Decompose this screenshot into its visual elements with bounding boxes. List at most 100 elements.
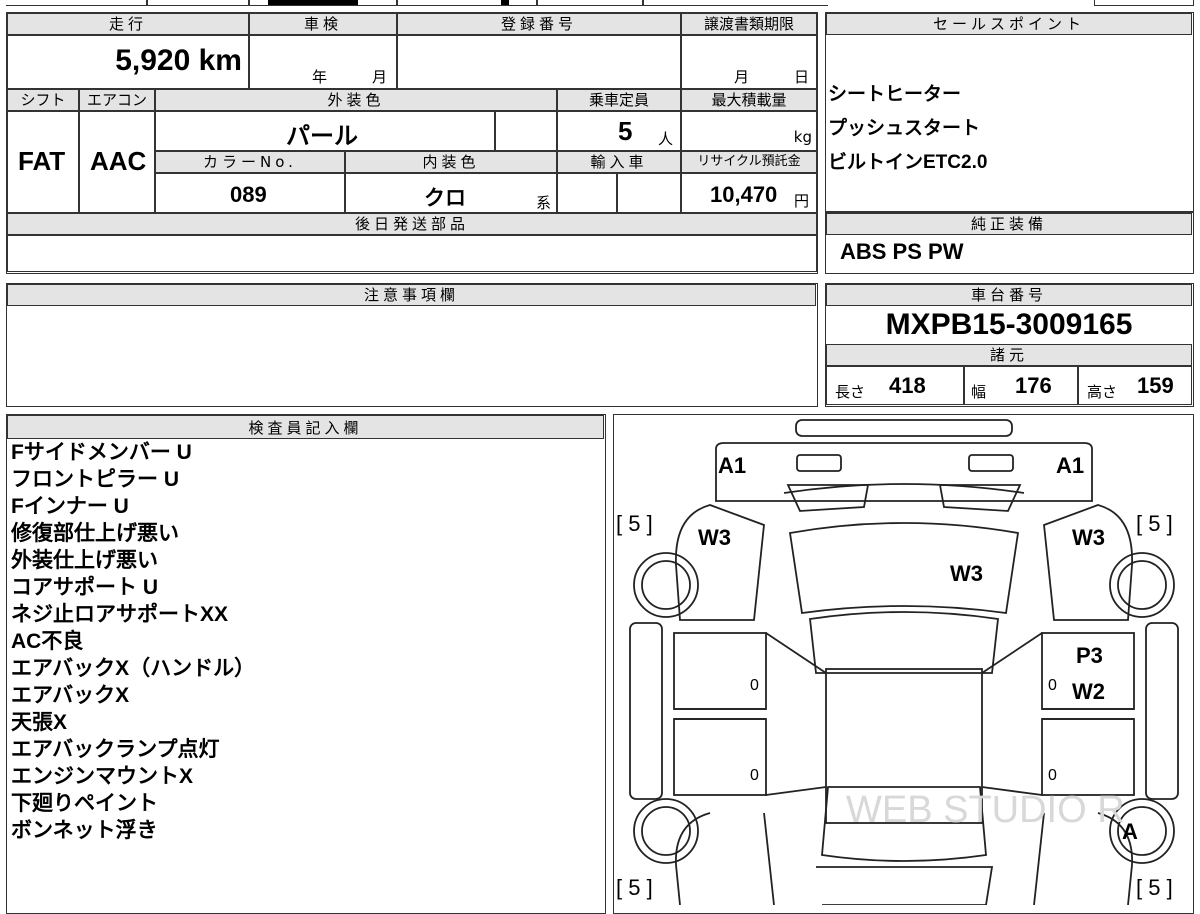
inspection-header: 車検 [249,13,397,35]
import-cell-b [617,173,681,213]
bracket-front-right: [ 5 ] [1136,511,1173,536]
spec-width-cell: 幅 176 [964,366,1078,405]
spec-width-label: 幅 [971,383,987,401]
zero-right-front-door: 0 [1048,677,1057,694]
spec-height-value: 159 [1137,373,1174,398]
inspector-line: 下廻りペイント [11,792,158,815]
spec-width-value: 176 [1015,373,1052,398]
mark-w3-right: W3 [1072,525,1105,550]
transfer-month-label: 月 [734,68,750,86]
sales-point-item: プッシュスタート [828,118,981,139]
notes-block: 注意事項欄 [6,283,818,407]
inspector-line: フロントピラー U [11,468,179,491]
right-headlight-shape [968,454,1014,472]
interior-color-value: クロ [424,187,466,210]
inspector-line: エアバックX（ハンドル） [11,657,256,680]
genuine-equipment-block: 純正装備 ABS PS PW [825,212,1194,274]
left-rear-wheel-shape [633,798,699,864]
recycle-fee-unit: 円 [794,192,810,210]
sales-point-item: ビルトインETC2.0 [828,152,988,173]
aircon-value: AAC [90,146,147,176]
inspector-line: Fサイドメンバー U [11,441,192,464]
recycle-fee-value: 10,470 [710,182,778,207]
inspector-line: ボンネット浮き [11,819,158,842]
later-parts-cell [7,235,817,272]
mark-w3-center: W3 [950,561,983,586]
inspector-line: 外装仕上げ悪い [11,549,158,572]
spec-length-value: 418 [889,373,926,398]
genuine-equipment-header: 純正装備 [826,213,1192,235]
exterior-color-header: 外装色 [155,89,557,111]
watermark: WEB STUDIO R [846,789,1125,831]
inspector-line: エンジンマウントX [11,765,194,788]
top-fragment-right [1094,0,1194,6]
max-load-unit: kg [793,128,812,146]
inspector-line: エアバックランプ点灯 [11,738,220,761]
left-sill-shape [629,622,663,800]
sales-point-item: シートヒーター [828,84,962,105]
specs-header: 諸元 [826,344,1192,366]
spec-height-label: 高さ [1087,383,1118,401]
inspection-cell: 年 月 [249,35,397,89]
inspection-month-label: 月 [372,68,388,86]
spec-length-cell: 長さ 418 [826,366,964,405]
color-no-cell: 089 [155,173,345,213]
capacity-unit: 人 [658,130,674,148]
max-load-cell: kg [681,111,817,151]
car-diagram-block: A1 A1 W3 W3 W3 P3 W2 A [ 5 ] [ 5 ] [ 5 ]… [613,414,1194,914]
mark-a1-left: A1 [718,453,747,478]
top-fragment-row [6,0,828,6]
interior-color-header: 内装色 [345,151,557,173]
transfer-day-label: 日 [794,68,810,86]
mileage-header: 走行 [7,13,249,35]
front-bumper-shape [795,419,1013,437]
later-parts-header: 後日発送部品 [7,213,817,235]
zero-right-rear-door: 0 [1048,767,1057,784]
genuine-equipment-value: ABS PS PW [840,239,964,264]
zero-left-front-door: 0 [750,677,759,694]
shift-value: FAT [18,146,66,176]
mark-w2: W2 [1072,679,1105,704]
spec-height-cell: 高さ 159 [1078,366,1192,405]
capacity-value: 5 [618,116,633,146]
max-load-header: 最大積載量 [681,89,817,111]
windshield-shape [788,522,1020,615]
sales-points-list: シートヒーター プッシュスタート ビルトインETC2.0 [826,79,1186,181]
transfer-deadline-header: 譲渡書類期限 [681,13,817,35]
interior-color-suffix: 系 [536,194,552,212]
inspector-line: 天張X [11,711,68,734]
mileage-cell: 5,920 km [7,35,249,89]
notes-header: 注意事項欄 [7,284,816,306]
roof-front-shape [809,611,999,674]
inspector-block: 検査員記入欄 Fサイドメンバー U フロントピラー U Fインナー U 修復部仕… [6,414,606,914]
front-panel-shape [715,442,1093,502]
inspection-year-label: 年 [312,68,328,86]
capacity-cell: 5 人 [557,111,681,151]
aircon-cell: AAC [79,111,155,213]
registration-cell [397,35,681,89]
sales-points-block: セールスポイント シートヒーター プッシュスタート ビルトインETC2.0 [825,12,1194,212]
import-header: 輸入車 [557,151,681,173]
inspector-line: Fインナー U [11,495,129,518]
shift-header: シフト [7,89,79,111]
capacity-header: 乗車定員 [557,89,681,111]
left-headlight-shape [796,454,842,472]
shift-cell: FAT [7,111,79,213]
bracket-front-left: [ 5 ] [616,511,653,536]
recycle-fee-cell: 10,470 円 [681,173,817,213]
color-no-value: 089 [230,182,267,207]
recycle-fee-header: リサイクル預託金 [681,151,817,173]
interior-color-cell: クロ 系 [345,173,557,213]
inspector-lines: Fサイドメンバー U フロントピラー U Fインナー U 修復部仕上げ悪い 外装… [11,439,255,844]
bracket-rear-right: [ 5 ] [1136,875,1173,900]
inspector-line: エアバックX [11,684,130,707]
import-cell-a [557,173,617,213]
inspector-line: AC不良 [11,630,84,653]
exterior-color-value: パール [286,123,358,150]
left-front-wheel-shape [633,552,699,618]
inspector-header: 検査員記入欄 [7,415,604,439]
chassis-block: 車台番号 MXPB15-3009165 諸元 長さ 418 幅 176 高さ 1… [825,283,1194,407]
spec-length-label: 長さ [835,383,866,401]
mark-a1-right: A1 [1056,453,1085,478]
aircon-header: エアコン [79,89,155,111]
